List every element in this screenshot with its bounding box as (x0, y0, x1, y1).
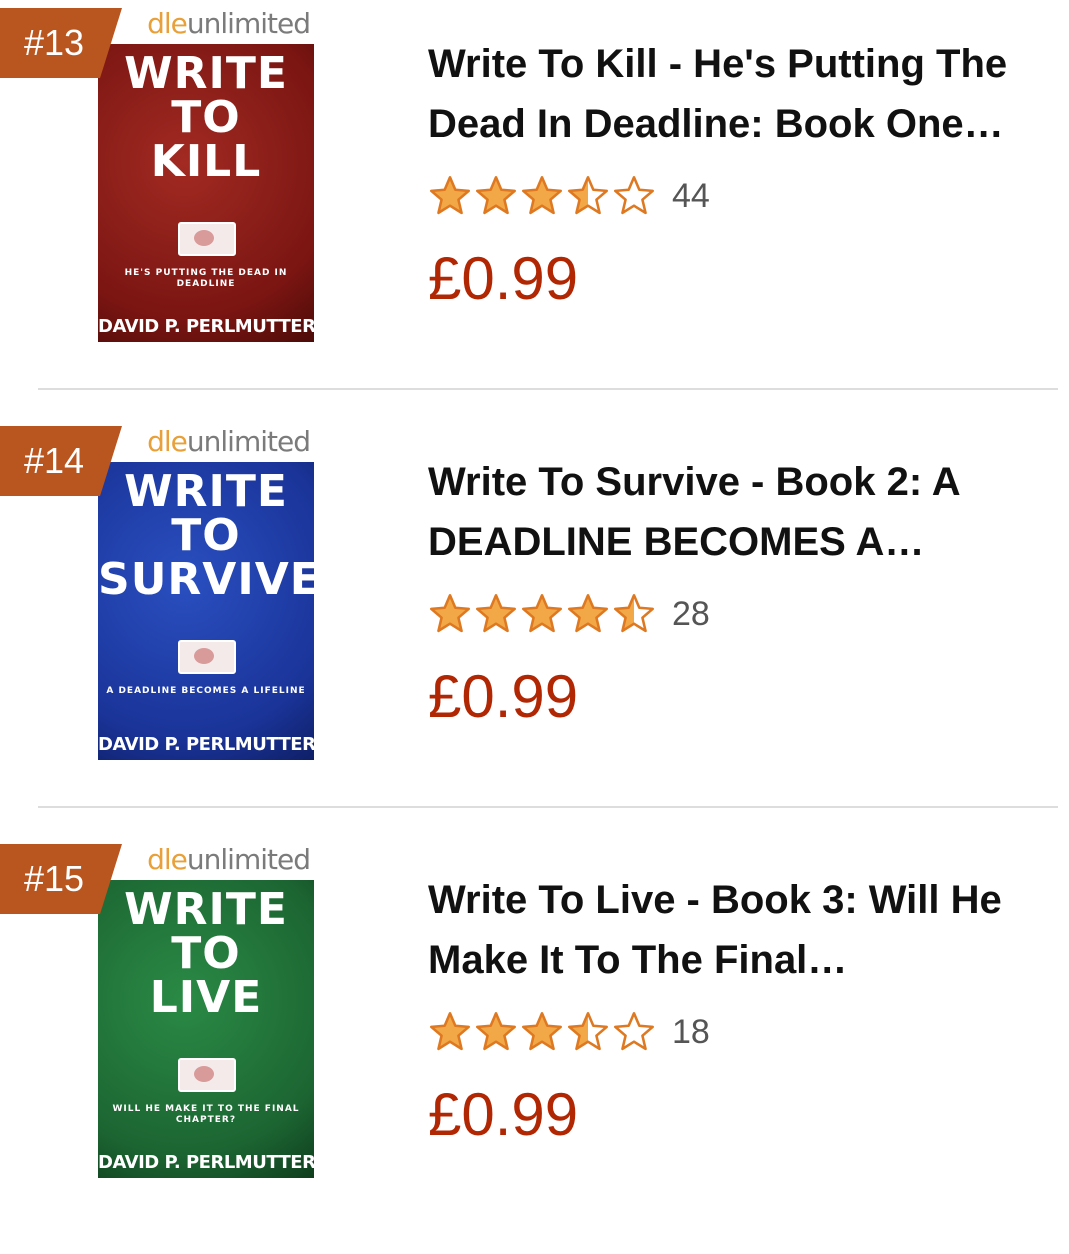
star-rating[interactable]: 44 (428, 174, 710, 218)
divider (38, 806, 1058, 808)
cover-art: WRITE TO SURVIVE A DEADLINE BECOMES A LI… (98, 462, 314, 760)
star-icon-half (568, 176, 608, 215)
star-icon-full (476, 1012, 516, 1051)
star-icon-full (522, 176, 562, 215)
cover-author: DAVID P. PERLMUTTER (98, 734, 314, 755)
cover-tagline: A DEADLINE BECOMES A LIFELINE (106, 686, 306, 696)
cover-author: DAVID P. PERLMUTTER (98, 1152, 314, 1173)
star-rating[interactable]: 18 (428, 1010, 710, 1054)
book-cover[interactable]: dleunlimited WRITE TO KILL HE'S PUTTING … (98, 4, 314, 342)
star-icon-full (568, 594, 608, 633)
kindle-unlimited-logo: dleunlimited (98, 840, 314, 880)
divider (38, 388, 1058, 390)
cover-tagline: WILL HE MAKE IT TO THE FINAL CHAPTER? (112, 1104, 300, 1125)
stars (428, 1010, 656, 1054)
product-item[interactable]: #13 dleunlimited WRITE TO KILL HE'S PUTT… (0, 0, 1069, 418)
product-item[interactable]: #15 dleunlimited WRITE TO LIVE WILL HE M… (0, 836, 1069, 1254)
cover-photo (178, 640, 236, 674)
product-title[interactable]: Write To Survive - Book 2: A DEADLINE BE… (428, 452, 1048, 572)
cover-art: WRITE TO LIVE WILL HE MAKE IT TO THE FIN… (98, 880, 314, 1178)
kindle-unlimited-logo: dleunlimited (98, 422, 314, 462)
review-count[interactable]: 44 (672, 177, 710, 216)
price: £0.99 (428, 663, 579, 730)
cover-photo (178, 1058, 236, 1092)
star-icon-full (476, 594, 516, 633)
product-title[interactable]: Write To Live - Book 3: Will He Make It … (428, 870, 1048, 990)
cover-title: WRITE TO LIVE (124, 884, 288, 1023)
star-icon-full (522, 1012, 562, 1051)
star-icon-empty (614, 176, 654, 215)
price: £0.99 (428, 245, 579, 312)
cover-art: WRITE TO KILL HE'S PUTTING THE DEAD IN D… (98, 44, 314, 342)
price: £0.99 (428, 1081, 579, 1148)
cover-photo (178, 222, 236, 256)
star-icon-full (522, 594, 562, 633)
star-icon-empty (614, 1012, 654, 1051)
cover-title: WRITE TO SURVIVE (98, 466, 314, 605)
cover-title: WRITE TO KILL (124, 48, 288, 187)
product-title[interactable]: Write To Kill - He's Putting The Dead In… (428, 34, 1048, 154)
cover-tagline: HE'S PUTTING THE DEAD IN DEADLINE (124, 268, 288, 289)
stars (428, 592, 656, 636)
star-icon-full (430, 594, 470, 633)
review-count[interactable]: 28 (672, 595, 710, 634)
star-icon-full (430, 176, 470, 215)
review-count[interactable]: 18 (672, 1013, 710, 1052)
kindle-unlimited-logo: dleunlimited (98, 4, 314, 44)
star-icon-full (430, 1012, 470, 1051)
star-rating[interactable]: 28 (428, 592, 710, 636)
product-item[interactable]: #14 dleunlimited WRITE TO SURVIVE A DEAD… (0, 418, 1069, 836)
star-icon-full (476, 176, 516, 215)
star-icon-half (568, 1012, 608, 1051)
star-icon-half (614, 594, 654, 633)
book-cover[interactable]: dleunlimited WRITE TO SURVIVE A DEADLINE… (98, 422, 314, 760)
stars (428, 174, 656, 218)
book-cover[interactable]: dleunlimited WRITE TO LIVE WILL HE MAKE … (98, 840, 314, 1178)
cover-author: DAVID P. PERLMUTTER (98, 316, 314, 337)
